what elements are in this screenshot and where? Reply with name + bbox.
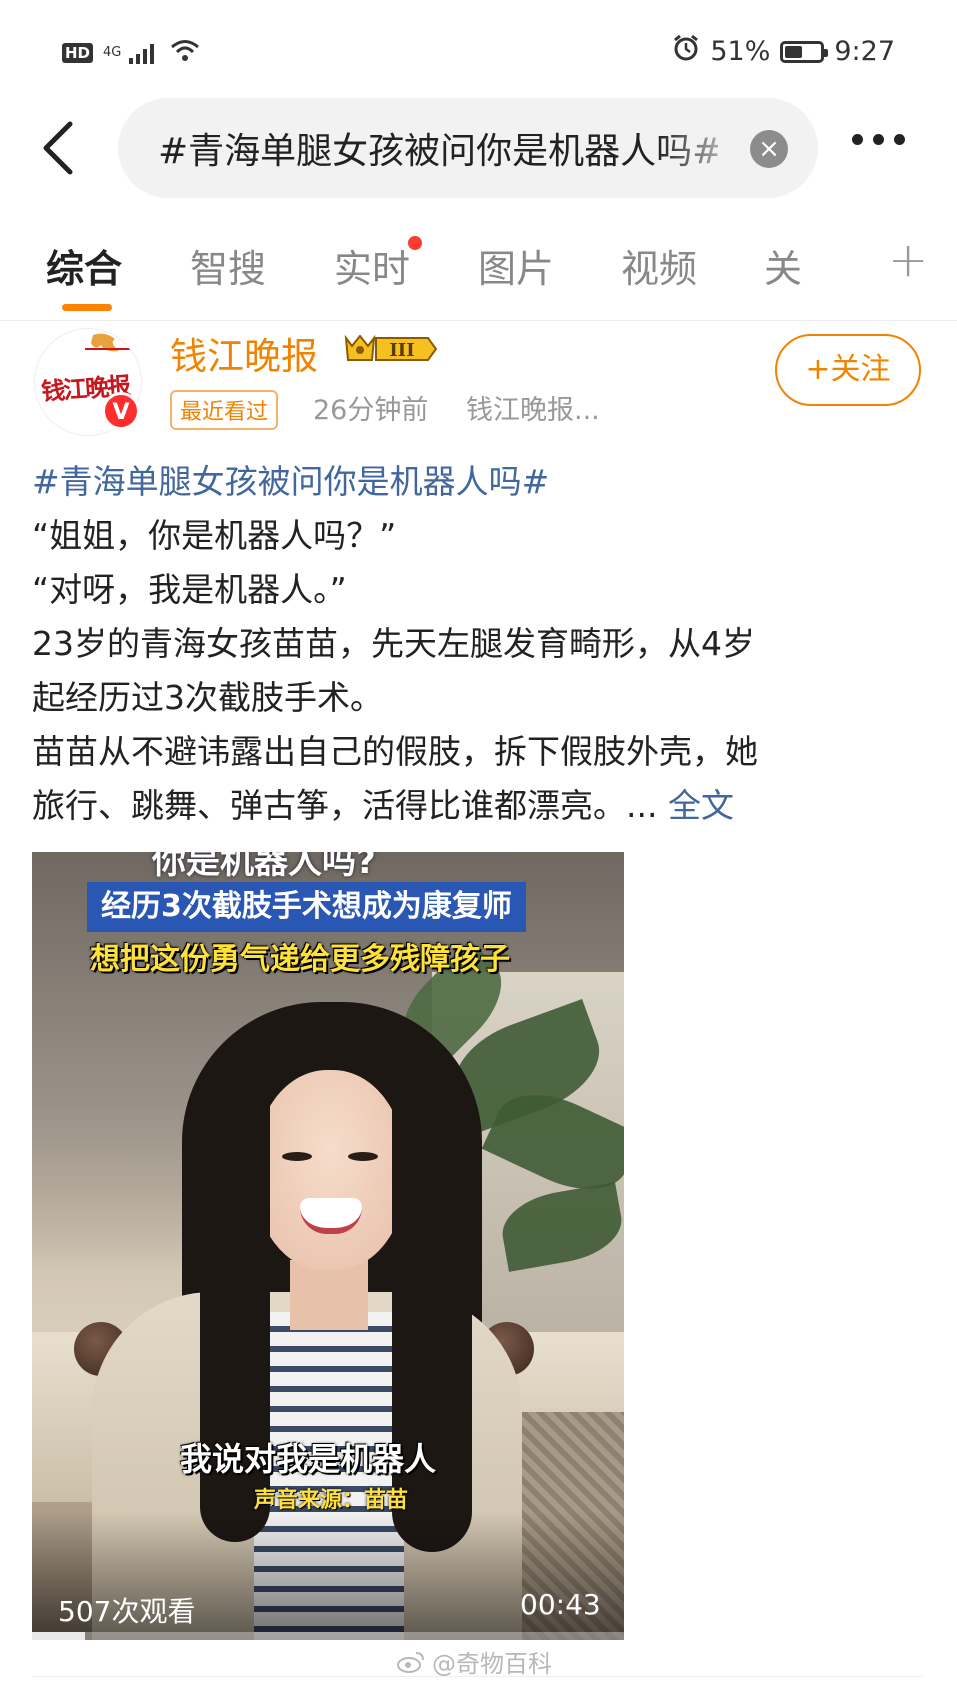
post-line: 旅行、跳舞、弹古筝，活得比谁都漂亮。...: [32, 786, 658, 825]
search-query: #青海单腿女孩被问你是机器人吗#: [158, 131, 718, 172]
tab-comprehensive[interactable]: 综合: [46, 238, 122, 293]
video-caption: 我说对我是机器人: [180, 1440, 437, 1478]
status-bar: HD 4G 51% 9:27: [0, 0, 957, 110]
post-time: 26分钟前: [313, 395, 429, 426]
hashtag-link[interactable]: #青海单腿女孩被问你是机器人吗#: [32, 462, 549, 501]
recently-viewed-tag: 最近看过: [170, 390, 279, 430]
post-line: 起经历过3次截肢手术。: [32, 678, 383, 717]
video-title-top: 你是机器人吗?: [152, 852, 376, 882]
tab-realtime[interactable]: 实时: [334, 238, 410, 293]
post-source: 钱江晚报...: [466, 395, 600, 426]
post-line: 苗苗从不避讳露出自己的假肢，拆下假肢外壳，她: [32, 732, 758, 771]
woman-face: [254, 1070, 406, 1270]
vip-level: III: [389, 340, 414, 361]
back-arrow-icon: [43, 121, 73, 175]
watermark: @奇物百科: [396, 1644, 552, 1679]
post-text: #青海单腿女孩被问你是机器人吗# “姐姐，你是机器人吗？” “对呀，我是机器人。…: [32, 455, 922, 833]
new-indicator-dot: [408, 236, 422, 250]
tab-smart-search[interactable]: 智搜: [190, 238, 266, 293]
video-player[interactable]: 你是机器人吗? 经历3次截肢手术想成为康复师 想把这份勇气递给更多残障孩子 我说…: [32, 852, 624, 1640]
video-audio-source: 声音来源：苗苗: [254, 1488, 409, 1513]
active-tab-indicator: [62, 304, 112, 311]
video-duration: 00:43: [520, 1588, 601, 1621]
tab-follow[interactable]: 关: [764, 238, 802, 293]
verified-badge: V: [102, 392, 140, 430]
clear-icon[interactable]: ×: [750, 130, 788, 168]
tab-images[interactable]: 图片: [478, 238, 554, 293]
watermark-text: @奇物百科: [432, 1650, 552, 1678]
battery-icon: [780, 40, 829, 63]
back-button[interactable]: [38, 118, 88, 178]
author-name[interactable]: 钱江晚报: [170, 326, 318, 380]
weibo-icon: [397, 1651, 424, 1673]
post-line: 23岁的青海女孩苗苗，先天左腿发育畸形，从4岁: [32, 624, 755, 663]
follow-button[interactable]: +关注: [775, 334, 921, 406]
vip-crown-icon: III: [344, 334, 438, 361]
more-options-button[interactable]: [852, 134, 905, 145]
battery-percent: 51%: [710, 36, 771, 67]
search-input[interactable]: #青海单腿女孩被问你是机器人吗# ×: [118, 98, 818, 198]
network-type: 4G: [103, 45, 122, 60]
video-progress-bar[interactable]: [32, 1632, 624, 1640]
clock: 9:27: [834, 36, 895, 67]
video-banner: 经历3次截肢手术想成为康复师: [87, 882, 526, 932]
signal-icon: [129, 42, 155, 64]
view-count: 507次观看: [58, 1595, 196, 1628]
hd-icon: HD: [62, 42, 94, 63]
full-text-link[interactable]: 全文: [668, 786, 734, 825]
tab-videos[interactable]: 视频: [621, 238, 697, 293]
wifi-icon: [170, 38, 200, 67]
post-line: “姐姐，你是机器人吗？”: [32, 516, 397, 555]
add-tab-icon[interactable]: +: [888, 232, 928, 288]
post-header: 钱江晚报 V 钱江晚报 III 最近看过 26分钟前 钱江晚报... +关注: [0, 320, 957, 440]
video-subtitle: 想把这份勇气递给更多残障孩子: [90, 942, 510, 977]
search-bar: #青海单腿女孩被问你是机器人吗# ×: [0, 98, 957, 198]
alarm-icon: [672, 34, 700, 69]
post-line: “对呀，我是机器人。”: [32, 570, 347, 609]
tab-bar: 综合 智搜 实时 图片 视频 关 +: [0, 228, 957, 321]
